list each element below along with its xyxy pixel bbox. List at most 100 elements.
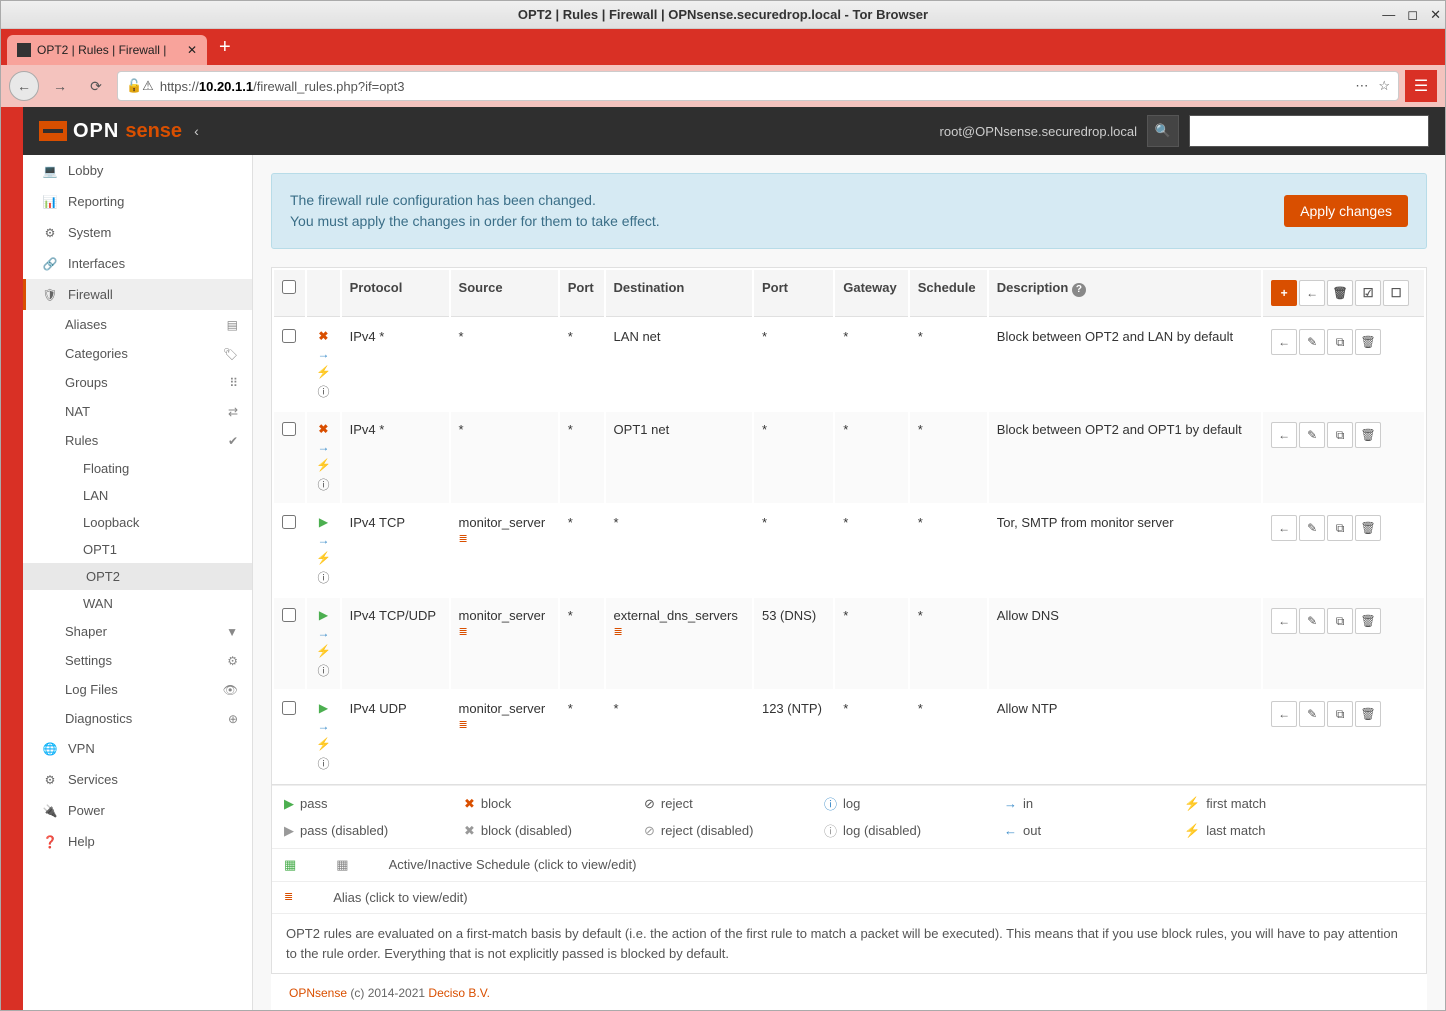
sub-icon: 🏷 xyxy=(223,347,238,361)
rule-row[interactable]: ✖ → ⚡ ⓘ IPv4 * * * LAN net * * * Block b… xyxy=(274,319,1424,410)
rule-edit-button[interactable]: ✎ xyxy=(1299,422,1325,448)
legend-item: ▶pass xyxy=(284,794,424,813)
rule-move-button[interactable]: ← xyxy=(1271,701,1297,727)
rule-source: monitor_server≣ xyxy=(451,598,558,689)
delete-selected-button[interactable]: 🗑 xyxy=(1327,280,1353,306)
legend-item: ▶pass (disabled) xyxy=(284,821,424,840)
url-more-icon[interactable]: ⋯ xyxy=(1355,78,1368,94)
rule-row[interactable]: ▶ → ⚡ ⓘ IPv4 UDP monitor_server≣ * * 123… xyxy=(274,691,1424,782)
window-title: OPT2 | Rules | Firewall | OPNsense.secur… xyxy=(518,7,928,22)
sidebar-sub-nat[interactable]: NAT⇄ xyxy=(23,397,252,426)
sidebar-item-power[interactable]: 🔌Power xyxy=(23,795,252,826)
sidebar-rules-lan[interactable]: LAN xyxy=(23,482,252,509)
col-header: Port xyxy=(560,270,604,317)
rule-move-button[interactable]: ← xyxy=(1271,422,1297,448)
rule-sport: * xyxy=(560,412,604,503)
rule-row[interactable]: ✖ → ⚡ ⓘ IPv4 * * * OPT1 net * * * Block … xyxy=(274,412,1424,503)
sidebar-sub-groups[interactable]: Groups⠿ xyxy=(23,368,252,397)
rule-checkbox[interactable] xyxy=(282,701,296,715)
sidebar-item-lobby[interactable]: 💻Lobby xyxy=(23,155,252,186)
info-icon[interactable]: ⓘ xyxy=(317,383,329,400)
rule-checkbox[interactable] xyxy=(282,515,296,529)
sidebar-sub-diagnostics[interactable]: Diagnostics⊕ xyxy=(23,704,252,733)
browser-menu-button[interactable]: ☰ xyxy=(1405,70,1437,102)
rule-delete-button[interactable]: 🗑 xyxy=(1355,515,1381,541)
rule-delete-button[interactable]: 🗑 xyxy=(1355,329,1381,355)
sidebar-sub-shaper[interactable]: Shaper▼ xyxy=(23,617,252,646)
sidebar-rules-opt1[interactable]: OPT1 xyxy=(23,536,252,563)
nav-reload-button[interactable]: ⟳ xyxy=(81,71,111,101)
sidebar-item-system[interactable]: ⚙System xyxy=(23,217,252,248)
legend-icon: ⊘ xyxy=(644,796,655,812)
rule-delete-button[interactable]: 🗑 xyxy=(1355,608,1381,634)
window-minimize-icon[interactable]: — xyxy=(1382,7,1395,23)
app-logo[interactable]: OPNsense xyxy=(39,120,182,143)
deselect-button[interactable]: ☐ xyxy=(1383,280,1409,306)
sidebar-item-vpn[interactable]: 🌐VPN xyxy=(23,733,252,764)
tab-close-icon[interactable]: ✕ xyxy=(187,43,197,57)
browser-tab[interactable]: OPT2 | Rules | Firewall | ✕ xyxy=(7,35,207,65)
rule-delete-button[interactable]: 🗑 xyxy=(1355,422,1381,448)
sidebar-sub-settings[interactable]: Settings⚙ xyxy=(23,646,252,675)
rule-clone-button[interactable]: ⧉ xyxy=(1327,329,1353,355)
rule-clone-button[interactable]: ⧉ xyxy=(1327,701,1353,727)
rule-edit-button[interactable]: ✎ xyxy=(1299,515,1325,541)
help-icon: ❓ xyxy=(40,835,60,849)
rule-edit-button[interactable]: ✎ xyxy=(1299,608,1325,634)
info-icon[interactable]: ⓘ xyxy=(317,476,329,493)
sub-icon: ⠿ xyxy=(229,376,238,390)
sidebar-sub-rules[interactable]: Rules✔ xyxy=(23,426,252,455)
sidebar-rules-floating[interactable]: Floating xyxy=(23,455,252,482)
header-search-button[interactable]: 🔍 xyxy=(1147,115,1179,147)
rule-row[interactable]: ▶ → ⚡ ⓘ IPv4 TCP/UDP monitor_server≣ * e… xyxy=(274,598,1424,689)
rule-edit-button[interactable]: ✎ xyxy=(1299,329,1325,355)
sidebar-item-interfaces[interactable]: 🔗Interfaces xyxy=(23,248,252,279)
sidebar-sub-aliases[interactable]: Aliases▤ xyxy=(23,310,252,339)
rule-checkbox[interactable] xyxy=(282,422,296,436)
rule-clone-button[interactable]: ⧉ xyxy=(1327,422,1353,448)
sidebar-sub-log-files[interactable]: Log Files👁 xyxy=(23,675,252,704)
move-selected-button[interactable]: ← xyxy=(1299,280,1325,306)
rule-clone-button[interactable]: ⧉ xyxy=(1327,608,1353,634)
footer-company-link[interactable]: Deciso B.V. xyxy=(428,986,490,1000)
rule-clone-button[interactable]: ⧉ xyxy=(1327,515,1353,541)
info-icon[interactable]: ⓘ xyxy=(317,755,329,772)
toggle-selected-button[interactable]: ☑ xyxy=(1355,280,1381,306)
nav-forward-button[interactable]: → xyxy=(45,71,75,101)
sidebar-item-firewall[interactable]: 🛡Firewall xyxy=(23,279,252,310)
nav-back-button[interactable]: ← xyxy=(9,71,39,101)
sidebar-rules-wan[interactable]: WAN xyxy=(23,590,252,617)
sidebar-collapse-button[interactable]: ‹ xyxy=(194,123,199,139)
rule-delete-button[interactable]: 🗑 xyxy=(1355,701,1381,727)
help-icon[interactable]: ? xyxy=(1072,283,1086,297)
window-maximize-icon[interactable]: ◻ xyxy=(1407,7,1418,23)
bookmark-icon[interactable]: ☆ xyxy=(1378,78,1390,94)
apply-changes-button[interactable]: Apply changes xyxy=(1284,195,1408,227)
rule-move-button[interactable]: ← xyxy=(1271,608,1297,634)
sidebar-item-help[interactable]: ❓Help xyxy=(23,826,252,857)
info-icon[interactable]: ⓘ xyxy=(317,662,329,679)
rule-move-button[interactable]: ← xyxy=(1271,329,1297,355)
rule-checkbox[interactable] xyxy=(282,608,296,622)
select-all-checkbox[interactable] xyxy=(282,280,296,294)
info-icon[interactable]: ⓘ xyxy=(317,569,329,586)
rule-move-button[interactable]: ← xyxy=(1271,515,1297,541)
sidebar-sub-categories[interactable]: Categories🏷 xyxy=(23,339,252,368)
url-bar[interactable]: 🔓⚠ https://10.20.1.1/firewall_rules.php?… xyxy=(117,71,1399,101)
header-search-input[interactable] xyxy=(1189,115,1429,147)
rule-checkbox[interactable] xyxy=(282,329,296,343)
logo-icon xyxy=(39,121,67,141)
sidebar-item-services[interactable]: ⚙Services xyxy=(23,764,252,795)
window-close-icon[interactable]: ✕ xyxy=(1430,7,1441,23)
direction-in-icon: → xyxy=(317,347,329,361)
add-rule-button[interactable]: + xyxy=(1271,280,1297,306)
sidebar-rules-opt2[interactable]: OPT2 xyxy=(23,563,252,590)
rule-row[interactable]: ▶ → ⚡ ⓘ IPv4 TCP monitor_server≣ * * * *… xyxy=(274,505,1424,596)
rule-edit-button[interactable]: ✎ xyxy=(1299,701,1325,727)
footer-brand-link[interactable]: OPNsense xyxy=(289,986,347,1000)
legend-alias[interactable]: ≣ Alias (click to view/edit) xyxy=(272,881,1426,913)
sidebar-rules-loopback[interactable]: Loopback xyxy=(23,509,252,536)
legend-schedule[interactable]: ▦ ▦ Active/Inactive Schedule (click to v… xyxy=(272,848,1426,881)
sidebar-item-reporting[interactable]: 📊Reporting xyxy=(23,186,252,217)
new-tab-button[interactable]: + xyxy=(207,36,243,59)
